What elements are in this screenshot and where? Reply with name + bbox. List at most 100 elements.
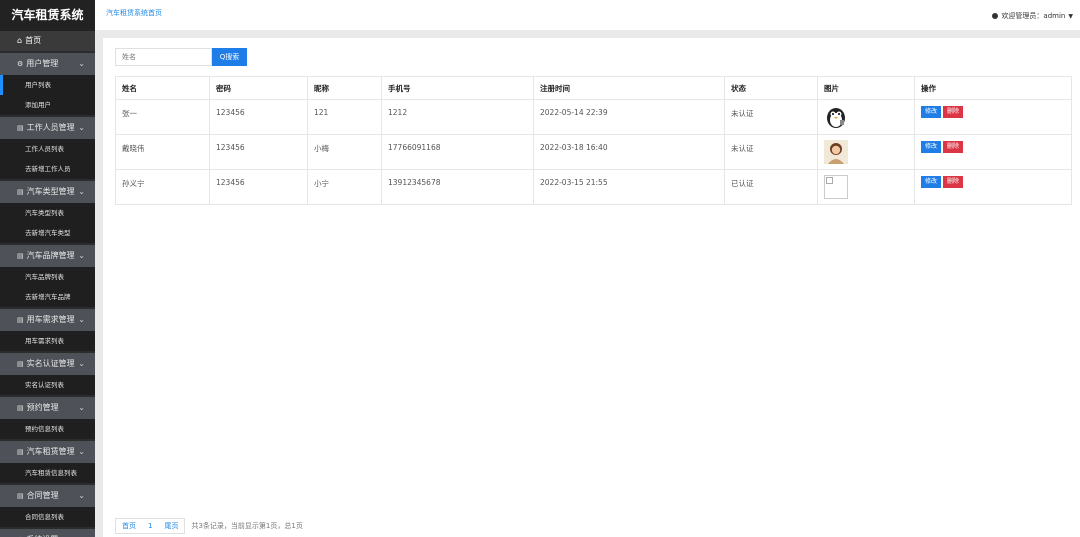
chevron-down-icon: ⌄ — [78, 123, 85, 132]
pagination-links: 首页 1 尾页 — [115, 518, 186, 534]
cell-actions: 修改 删除 — [914, 134, 1072, 170]
pagination-info: 共3条记录，当前显示第1页，总1页 — [191, 522, 303, 530]
sidebar-section-header[interactable]: ⚙ 用户管理 ⌄ — [0, 53, 95, 75]
sidebar-section-label: 合同管理 — [26, 491, 59, 500]
sidebar-item[interactable]: 汽车类型列表 — [0, 203, 95, 223]
user-table: 姓名 密码 昵称 手机号 注册时间 状态 图片 操作 张一 123456 121… — [115, 76, 1072, 205]
cell-nickname: 小梅 — [307, 134, 382, 170]
search-button[interactable]: Q搜索 — [212, 48, 247, 66]
search-input[interactable] — [115, 48, 212, 66]
sidebar-item[interactable]: 用车需求列表 — [0, 331, 95, 351]
cell-actions: 修改 删除 — [914, 169, 1072, 205]
sidebar-section-label: 汽车类型管理 — [26, 187, 75, 196]
chevron-down-icon: ⌄ — [78, 529, 85, 537]
sidebar-item[interactable]: 实名认证列表 — [0, 375, 95, 395]
cell-picture — [817, 134, 915, 170]
chevron-down-icon: ⌄ — [78, 447, 85, 456]
header-password: 密码 — [209, 76, 308, 100]
delete-button[interactable]: 删除 — [943, 176, 964, 188]
cell-phone: 1212 — [381, 99, 534, 135]
sidebar-section-header[interactable]: ▤ 合同管理 ⌄ — [0, 485, 95, 507]
cell-status: 未认证 — [724, 99, 818, 135]
sidebar-section-header[interactable]: ⚙系统设置⌄ — [0, 529, 95, 537]
sidebar-section-header[interactable]: ▤ 汽车类型管理 ⌄ — [0, 181, 95, 203]
nav-home-label: 首页 — [25, 36, 42, 45]
sidebar-item[interactable]: 汽车租赁信息列表 — [0, 463, 95, 483]
breadcrumb[interactable]: 汽车租赁系统首页 — [106, 8, 162, 18]
sidebar-item[interactable]: 汽车品牌列表 — [0, 267, 95, 287]
cell-status: 已认证 — [724, 169, 818, 205]
edit-button[interactable]: 修改 — [921, 106, 942, 118]
sidebar-section-label: 实名认证管理 — [26, 359, 75, 368]
sidebar-item[interactable]: 工作人员列表 — [0, 139, 95, 159]
page-current[interactable]: 1 — [142, 519, 158, 533]
page-first[interactable]: 首页 — [116, 519, 142, 533]
table-row: 孙义宁 123456 小宁 13912345678 2022-03-15 21:… — [115, 169, 1072, 205]
doc-icon: ▤ — [17, 124, 24, 132]
cell-name: 孙义宁 — [115, 169, 210, 205]
chevron-down-icon: ⌄ — [78, 491, 85, 500]
user-icon — [992, 13, 999, 19]
cell-status: 未认证 — [724, 134, 818, 170]
chevron-down-icon: ⌄ — [78, 251, 85, 260]
chevron-down-icon: ⌄ — [78, 187, 85, 196]
sidebar-section-label: 工作人员管理 — [26, 123, 75, 132]
sidebar-item[interactable]: 预约信息列表 — [0, 419, 95, 439]
sidebar-menu: ⚙ 用户管理 ⌄ 用户列表 添加用户 ▤ 工作人员管理 ⌄ 工作人员列表 去新增工作人员 ▤ 汽车类型… — [0, 53, 95, 537]
doc-icon: ▤ — [17, 360, 24, 368]
edit-button[interactable]: 修改 — [921, 141, 942, 153]
table-header-row: 姓名 密码 昵称 手机号 注册时间 状态 图片 操作 — [115, 76, 1072, 100]
home-icon: ⌂ — [17, 36, 23, 45]
sidebar-section-header[interactable]: ▤ 预约管理 ⌄ — [0, 397, 95, 419]
header-picture: 图片 — [817, 76, 915, 100]
woman-avatar-icon — [824, 140, 848, 164]
cell-time: 2022-03-15 21:55 — [533, 169, 725, 205]
edit-button[interactable]: 修改 — [921, 176, 942, 188]
sidebar-item[interactable]: 合同信息列表 — [0, 507, 95, 527]
delete-button[interactable]: 删除 — [943, 141, 964, 153]
doc-icon: ▤ — [17, 188, 24, 196]
sidebar-item[interactable]: 用户列表 — [0, 75, 95, 95]
header-nickname: 昵称 — [307, 76, 382, 100]
header-status: 状态 — [724, 76, 818, 100]
header-name: 姓名 — [115, 76, 210, 100]
cell-nickname: 小宁 — [307, 169, 382, 205]
top-divider — [95, 30, 1080, 38]
nav-home[interactable]: ⌂ 首页 — [0, 31, 95, 51]
header-actions: 操作 — [914, 76, 1072, 100]
gear-icon: ⚙ — [17, 60, 24, 68]
chevron-down-icon: ⌄ — [78, 359, 85, 368]
sidebar-item[interactable]: 去新增汽车类型 — [0, 223, 95, 243]
chevron-down-icon: ⌄ — [78, 59, 85, 68]
sidebar-section-header[interactable]: ▤ 汽车租赁管理 ⌄ — [0, 441, 95, 463]
doc-icon: ▤ — [17, 252, 24, 260]
page-last[interactable]: 尾页 — [158, 519, 184, 533]
user-menu[interactable]: 欢迎管理员：admin ▼ — [992, 11, 1073, 21]
cell-phone: 17766091168 — [381, 134, 534, 170]
gear-icon: ⚙ — [17, 529, 23, 537]
doc-icon: ▤ — [17, 492, 24, 500]
header-time: 注册时间 — [533, 76, 725, 100]
table-row: 戴晓伟 123456 小梅 17766091168 2022-03-18 16:… — [115, 134, 1072, 170]
cell-picture — [817, 99, 915, 135]
sidebar-item[interactable]: 去新增工作人员 — [0, 159, 95, 179]
sidebar: 汽车租赁系统 ⌂ 首页 ⚙ 用户管理 ⌄ 用户列表 添加用户 ▤ 工作人员管理 ⌄ 工作人员列表去… — [0, 0, 95, 537]
brand-title: 汽车租赁系统 — [0, 0, 95, 31]
cell-time: 2022-03-18 16:40 — [533, 134, 725, 170]
sidebar-section-header[interactable]: ▤ 用车需求管理 ⌄ — [0, 309, 95, 331]
cell-name: 张一 — [115, 99, 210, 135]
doc-icon: ▤ — [17, 404, 24, 412]
doc-icon: ▤ — [17, 448, 24, 456]
sidebar-section-label: 汽车租赁管理 — [26, 447, 75, 456]
sidebar-item[interactable]: 添加用户 — [0, 95, 95, 115]
chevron-down-icon: ⌄ — [78, 315, 85, 324]
sidebar-section-header[interactable]: ▤ 汽车品牌管理 ⌄ — [0, 245, 95, 267]
sidebar-section-header[interactable]: ▤ 工作人员管理 ⌄ — [0, 117, 95, 139]
pagination: 首页 1 尾页 共3条记录，当前显示第1页，总1页 — [115, 518, 303, 534]
cell-password: 123456 — [209, 169, 308, 205]
sidebar-item[interactable]: 去新增汽车品牌 — [0, 287, 95, 307]
delete-button[interactable]: 删除 — [943, 106, 964, 118]
sidebar-section-header[interactable]: ▤ 实名认证管理 ⌄ — [0, 353, 95, 375]
doc-icon: ▤ — [17, 316, 24, 324]
cell-actions: 修改 删除 — [914, 99, 1072, 135]
